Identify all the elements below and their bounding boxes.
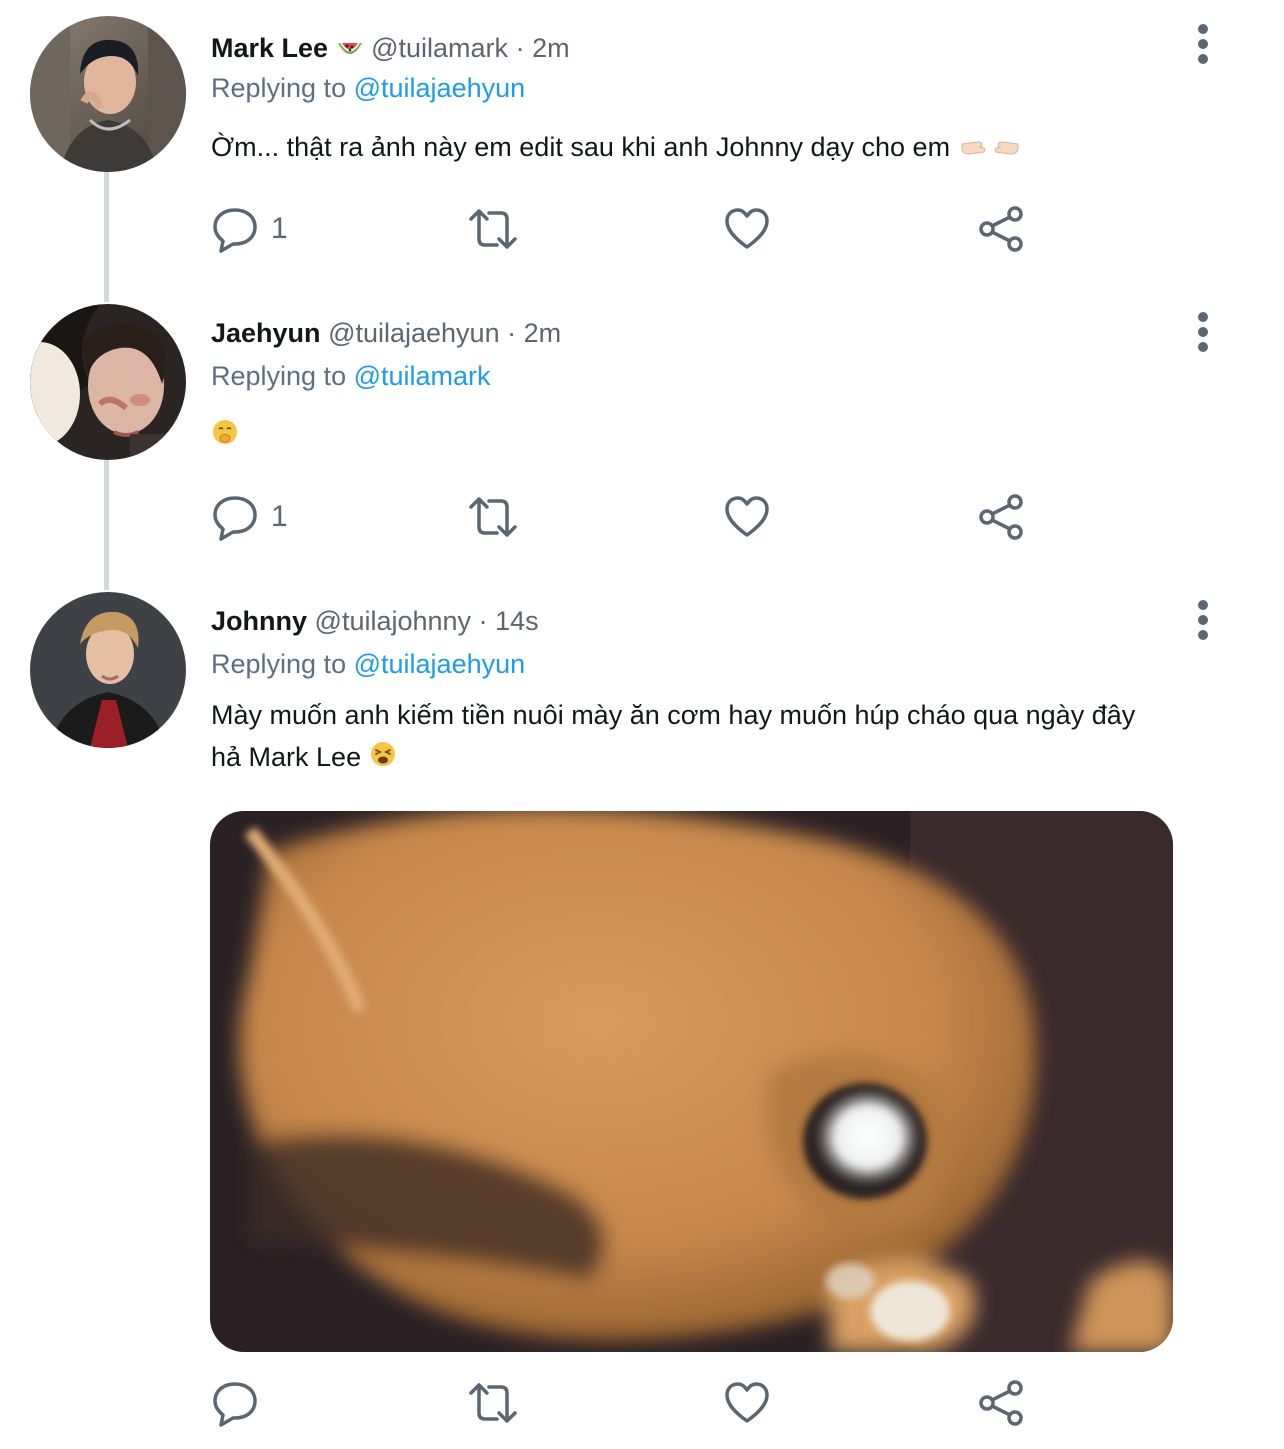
tweet-text: Mày muốn anh kiếm tiền nuôi mày ăn cơm h… (211, 694, 1211, 780)
replying-to-link[interactable]: @tuilajaehyun (354, 73, 526, 103)
like-button[interactable] (723, 1378, 771, 1428)
tweet-header: Jaehyun @tuilajaehyun · 2m (211, 317, 561, 349)
separator-dot: · (478, 606, 488, 636)
more-vertical-icon[interactable] (1190, 600, 1216, 640)
timestamp[interactable]: 14s (495, 606, 539, 636)
tweet-text-line: Mày muốn anh kiếm tiền nuôi mày ăn cơm h… (211, 700, 1136, 730)
heart-icon (723, 493, 771, 541)
tired-face-emoji (369, 738, 397, 780)
replying-to: Replying to @tuilajaehyun (211, 648, 525, 680)
reply-icon (211, 205, 259, 253)
like-button[interactable] (723, 204, 771, 254)
reply-count: 1 (271, 500, 288, 533)
tweet-text-body: Ờm... thật ra ảnh này em edit sau khi an… (211, 132, 951, 162)
tweet-header: Mark Lee @tuilamark · 2m (211, 32, 570, 66)
retweet-icon (465, 1379, 521, 1427)
reply-button[interactable]: 1 (211, 204, 288, 254)
tweet-text (211, 414, 1211, 458)
tweet-mark-lee[interactable]: Mark Lee @tuilamark · 2m Replying to @tu… (0, 0, 1284, 290)
tweet-actions (211, 1378, 1051, 1428)
reply-button[interactable]: 1 (211, 492, 288, 542)
author-name[interactable]: Jaehyun (211, 318, 321, 348)
retweet-button[interactable] (465, 492, 521, 542)
replying-to-link[interactable]: @tuilamark (354, 361, 491, 391)
pointing-fingers-emoji (958, 128, 1022, 170)
tweet-media-image[interactable] (210, 811, 1173, 1352)
author-handle[interactable]: @tuilamark (371, 33, 508, 63)
tweet-text-line: hả Mark Lee (211, 742, 362, 772)
tweet-jaehyun[interactable]: Jaehyun @tuilajaehyun · 2m Replying to @… (0, 290, 1284, 590)
replying-prefix: Replying to (211, 649, 347, 679)
replying-prefix: Replying to (211, 361, 347, 391)
avatar[interactable] (30, 16, 186, 172)
author-handle[interactable]: @tuilajaehyun (328, 318, 500, 348)
reply-count: 1 (271, 212, 288, 245)
retweet-button[interactable] (465, 1378, 521, 1428)
heart-icon (723, 205, 771, 253)
more-vertical-icon[interactable] (1190, 24, 1216, 64)
author-handle[interactable]: @tuilajohnny (315, 606, 472, 636)
timestamp[interactable]: 2m (524, 318, 562, 348)
reply-icon (211, 1379, 259, 1427)
watermelon-emoji (336, 34, 364, 66)
tweet-text: Ờm... thật ra ảnh này em edit sau khi an… (211, 126, 1211, 170)
share-button[interactable] (977, 1378, 1027, 1428)
separator-dot: · (507, 318, 517, 348)
share-button[interactable] (977, 492, 1027, 542)
author-name[interactable]: Johnny (211, 606, 307, 636)
share-button[interactable] (977, 204, 1027, 254)
hand-over-mouth-emoji (211, 416, 239, 458)
tweet-header: Johnny @tuilajohnny · 14s (211, 605, 539, 637)
avatar[interactable] (30, 304, 186, 460)
more-vertical-icon[interactable] (1190, 312, 1216, 352)
share-icon (977, 492, 1027, 542)
avatar[interactable] (30, 592, 186, 748)
replying-prefix: Replying to (211, 73, 347, 103)
tweet-text-line-2: hả Mark Lee (211, 736, 1211, 780)
like-button[interactable] (723, 492, 771, 542)
share-icon (977, 204, 1027, 254)
retweet-icon (465, 205, 521, 253)
replying-to-link[interactable]: @tuilajaehyun (354, 649, 526, 679)
reply-icon (211, 493, 259, 541)
timestamp[interactable]: 2m (532, 33, 570, 63)
retweet-button[interactable] (465, 204, 521, 254)
tweet-actions: 1 (211, 204, 1051, 254)
share-icon (977, 1378, 1027, 1428)
reply-button[interactable] (211, 1378, 271, 1428)
replying-to: Replying to @tuilamark (211, 360, 491, 392)
retweet-icon (465, 493, 521, 541)
heart-icon (723, 1379, 771, 1427)
replying-to: Replying to @tuilajaehyun (211, 72, 525, 104)
separator-dot: · (515, 33, 525, 63)
author-name[interactable]: Mark Lee (211, 33, 328, 63)
tweet-actions: 1 (211, 492, 1051, 542)
